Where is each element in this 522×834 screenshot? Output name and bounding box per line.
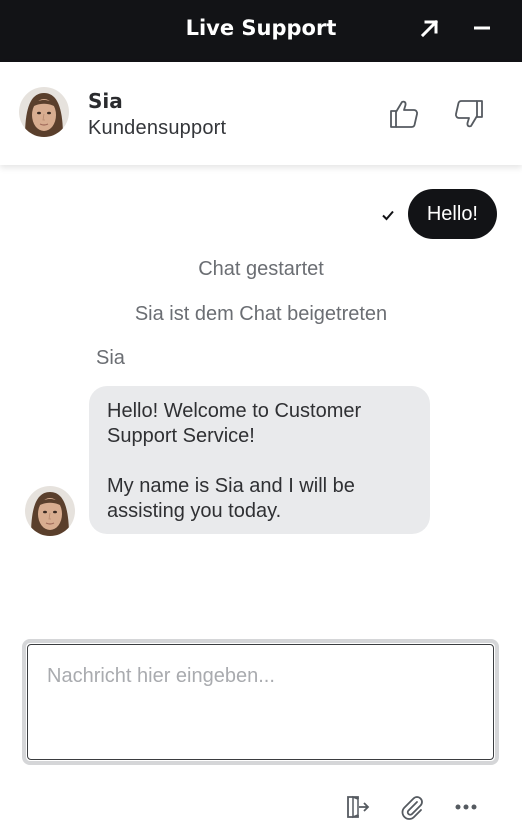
window-titlebar: Live Support	[0, 0, 522, 62]
message-paragraph: My name is Sia and I will be assisting y…	[107, 475, 355, 522]
agent-avatar	[19, 87, 69, 137]
agent-header: Sia Kundensupport	[0, 62, 522, 165]
agent-name: Sia	[88, 89, 123, 113]
thumbs-up-icon[interactable]	[387, 97, 421, 131]
agent-role: Kundensupport	[88, 117, 227, 139]
paperclip-icon[interactable]	[399, 794, 425, 820]
composer-container	[22, 639, 499, 765]
minus-icon[interactable]	[468, 14, 496, 42]
system-message-agent-joined: Sia ist dem Chat beigetreten	[134, 303, 388, 325]
message-avatar	[25, 486, 75, 536]
system-message-chat-started: Chat gestartet	[198, 258, 324, 280]
arrow-up-right-icon[interactable]	[416, 14, 444, 42]
message-paragraph: Hello! Welcome to Customer Support Servi…	[107, 400, 362, 447]
thumbs-down-icon[interactable]	[452, 97, 486, 131]
incoming-message: Hello! Welcome to Customer Support Servi…	[89, 386, 430, 534]
message-input[interactable]	[27, 644, 494, 760]
checkmark-icon	[381, 207, 395, 221]
outgoing-message: Hello!	[407, 189, 497, 239]
sender-name: Sia	[96, 347, 125, 369]
exit-chat-icon[interactable]	[344, 794, 370, 820]
more-dots-icon[interactable]	[453, 794, 479, 820]
